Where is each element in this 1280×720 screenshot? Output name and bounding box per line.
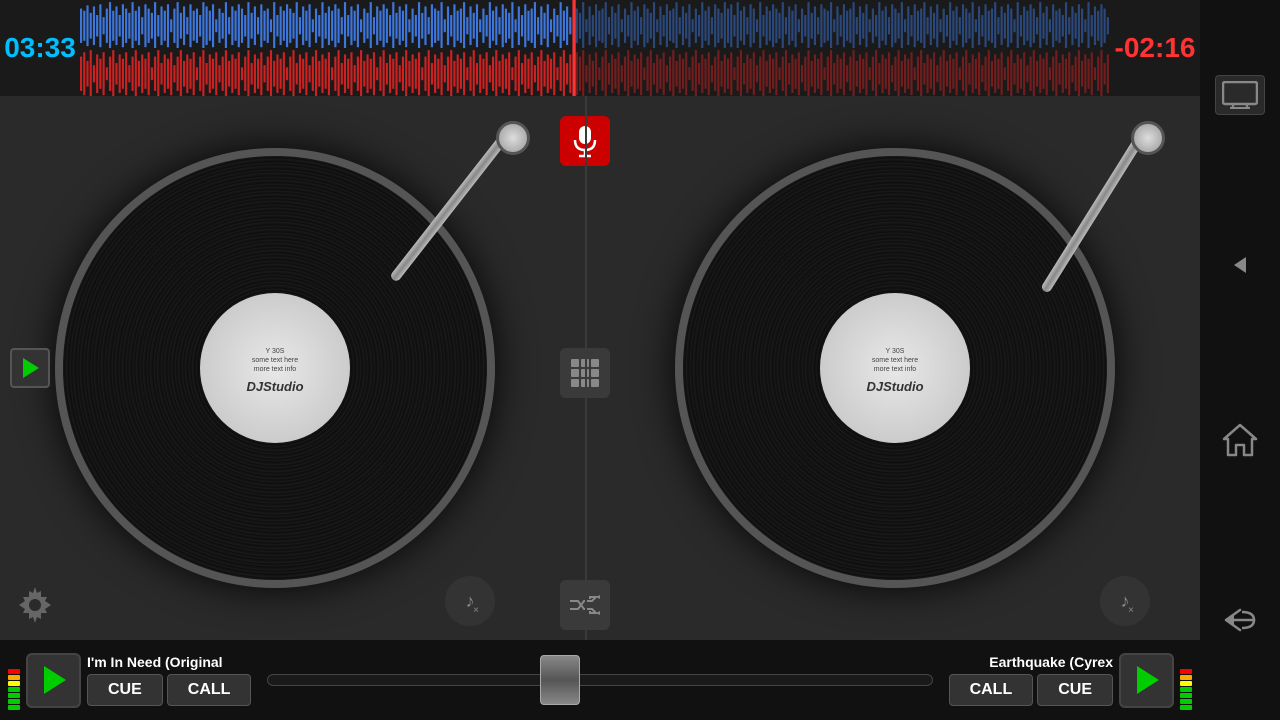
track-info-right: Earthquake (Cyrex CALL CUE [949, 654, 1113, 706]
monitor-button[interactable] [1215, 75, 1265, 115]
vu-bar-yellow-left [8, 681, 20, 686]
waveform-container [80, 0, 1110, 96]
waveform-section: 03:33 [0, 0, 1200, 96]
center-panel [550, 96, 620, 640]
vu-bar-green3-left [8, 693, 20, 698]
deck-right: Y 30Ssome text heremore text info DJStud… [620, 96, 1170, 640]
home-icon [1222, 423, 1258, 457]
vu-bar-orange-left [8, 675, 20, 680]
bottom-bar: I'm In Need (Original CUE CALL Earthquak… [0, 640, 1200, 720]
time-elapsed: 03:33 [0, 32, 80, 64]
vu-bar-green2-right [1180, 699, 1192, 704]
grid-dot [571, 359, 579, 367]
vu-bar-green4-right [1180, 687, 1192, 692]
waveform-bottom [80, 48, 1110, 96]
cue-button-left[interactable]: CUE [87, 674, 163, 706]
back-icon [1222, 606, 1258, 634]
call-button-left[interactable]: CALL [167, 674, 252, 706]
tonearm-pivot-left [496, 121, 530, 155]
track-name-left: I'm In Need (Original [87, 654, 251, 670]
waveform-blue-svg [80, 0, 1110, 52]
monitor-icon [1222, 81, 1258, 109]
tonearm-arm-right [1040, 127, 1149, 293]
prev-button[interactable] [1220, 245, 1260, 285]
cue-call-buttons-right: CALL CUE [949, 674, 1113, 706]
vu-bar-red-left [8, 669, 20, 674]
record-label-right: Y 30Ssome text heremore text info DJStud… [820, 293, 970, 443]
settings-button[interactable] [10, 580, 60, 630]
vu-bar-green2-left [8, 699, 20, 704]
home-button[interactable] [1215, 415, 1265, 465]
svg-text:×: × [1128, 605, 1134, 615]
tonearm-left [370, 116, 550, 316]
play-triangle-right-bottom [1137, 666, 1159, 694]
waveform-red-svg [80, 48, 1110, 96]
vu-bar-orange-right [1180, 675, 1192, 680]
crossfader-track[interactable] [267, 674, 932, 686]
vu-meter-right [1180, 650, 1192, 710]
vu-bar-green4-left [8, 687, 20, 692]
play-triangle-left [23, 358, 39, 378]
main-area: 03:33 [0, 0, 1200, 720]
fx-button-right[interactable]: ♪ × [1100, 576, 1150, 626]
label-text-right: Y 30Ssome text heremore text info [867, 342, 923, 379]
fx-icon-left: ♪ × [456, 587, 484, 615]
label-brand-left: DJStudio [246, 379, 303, 394]
waveform-top [80, 0, 1110, 48]
record-label-left: Y 30Ssome text heremore text info DJStud… [200, 293, 350, 443]
crossfader-thumb[interactable] [540, 655, 580, 705]
vu-meter-left [8, 650, 20, 710]
grid-dot [591, 369, 599, 377]
tonearm-arm-left [389, 127, 514, 283]
vu-bar-green1-left [8, 705, 20, 710]
track-info-left: I'm In Need (Original CUE CALL [87, 654, 251, 706]
track-name-right: Earthquake (Cyrex [989, 654, 1113, 670]
gear-icon [13, 583, 57, 627]
turntable-section: ♪ × Y 30Ssome text heremore text info DJ… [0, 96, 1200, 640]
grid-dot [591, 379, 599, 387]
svg-text:×: × [473, 605, 479, 615]
time-remaining: -02:16 [1110, 32, 1200, 64]
crossfader-section [257, 674, 942, 686]
vu-bar-green1-right [1180, 705, 1192, 710]
label-text-left: Y 30Ssome text heremore text info [247, 342, 303, 379]
left-arrow-icon [1228, 253, 1252, 277]
play-button-left[interactable] [10, 348, 50, 388]
vu-bar-red-right [1180, 669, 1192, 674]
tonearm-pivot-right [1131, 121, 1165, 155]
grid-dot [571, 379, 579, 387]
grid-dot [571, 369, 579, 377]
play-button-left-bottom[interactable] [26, 653, 81, 708]
grid-dot [591, 359, 599, 367]
vu-bar-green3-right [1180, 693, 1192, 698]
tonearm-right [1000, 116, 1180, 316]
vu-bar-yellow-right [1180, 681, 1192, 686]
fx-icon-right: ♪ × [1111, 587, 1139, 615]
call-button-right[interactable]: CALL [949, 674, 1034, 706]
cue-button-right[interactable]: CUE [1037, 674, 1113, 706]
center-divider [585, 96, 587, 640]
fx-button-left[interactable]: ♪ × [445, 576, 495, 626]
deck-left: ♪ × Y 30Ssome text heremore text info DJ… [0, 96, 550, 640]
back-button[interactable] [1215, 595, 1265, 645]
play-button-right-bottom[interactable] [1119, 653, 1174, 708]
right-panel [1200, 0, 1280, 720]
play-triangle-left-bottom [44, 666, 66, 694]
label-brand-right: DJStudio [866, 379, 923, 394]
cue-call-buttons-left: CUE CALL [87, 674, 251, 706]
